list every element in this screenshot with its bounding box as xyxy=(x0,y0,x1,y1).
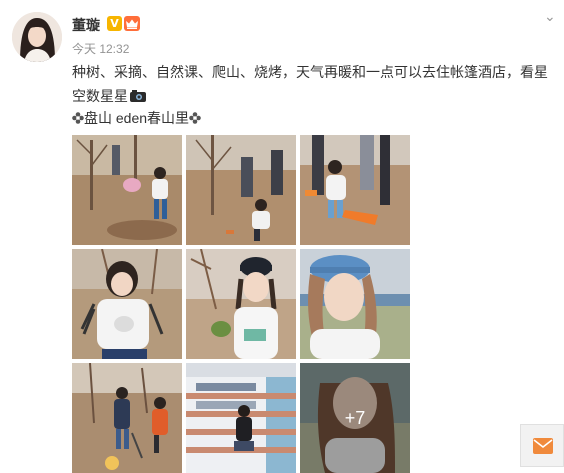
verified-badge: V xyxy=(107,16,122,31)
chevron-down-icon[interactable]: ⌄ xyxy=(544,10,558,24)
photo-8[interactable] xyxy=(186,363,296,473)
camera-emoji-icon xyxy=(129,86,147,102)
photo-1[interactable] xyxy=(72,135,182,245)
photo-4[interactable] xyxy=(72,249,182,359)
message-button[interactable] xyxy=(520,424,564,467)
photo-grid: +7 xyxy=(72,135,412,473)
flower-icon xyxy=(189,109,201,124)
author-name[interactable]: 董璇 xyxy=(72,15,100,35)
post-time[interactable]: 今天 12:32 xyxy=(72,40,129,57)
photo-2[interactable] xyxy=(186,135,296,245)
envelope-icon xyxy=(533,438,553,454)
location-tag[interactable]: 盘山 eden春山里 xyxy=(72,108,201,128)
more-photos-count[interactable]: +7 xyxy=(300,363,410,473)
avatar[interactable] xyxy=(12,12,62,62)
photo-5[interactable] xyxy=(186,249,296,359)
photo-7[interactable] xyxy=(72,363,182,473)
photo-9[interactable]: +7 xyxy=(300,363,410,473)
flower-icon xyxy=(72,109,84,124)
photo-6[interactable] xyxy=(300,249,410,359)
crown-icon xyxy=(124,16,140,31)
post-text: 种树、采摘、自然课、爬山、烧烤，天气再暖和一点可以去住帐篷酒店，看星空数星星 xyxy=(72,60,560,108)
photo-3[interactable] xyxy=(300,135,410,245)
location-label: 盘山 eden春山里 xyxy=(84,110,190,126)
